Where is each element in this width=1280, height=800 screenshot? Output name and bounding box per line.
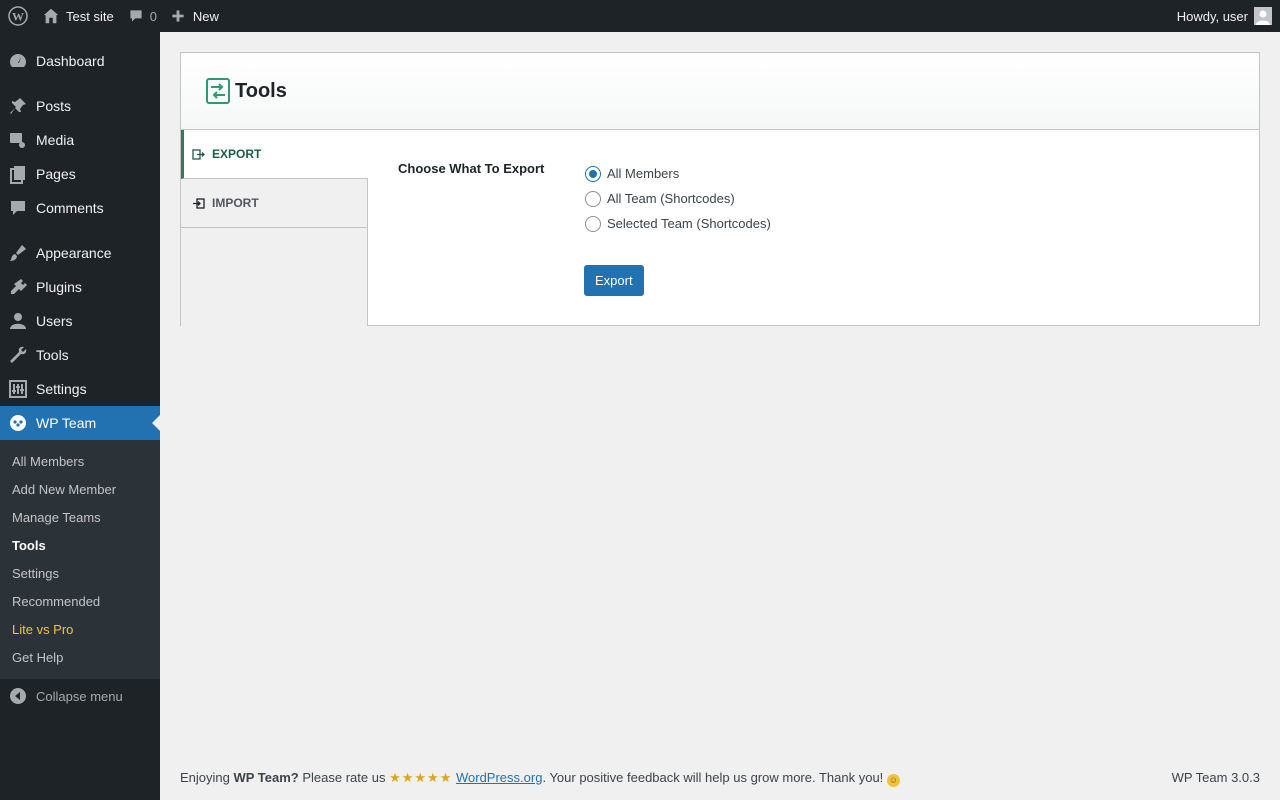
comment-icon xyxy=(130,10,142,22)
comments-count: 0 xyxy=(149,8,157,24)
brush-icon xyxy=(0,236,36,270)
rating-stars[interactable]: ★★★★★ xyxy=(389,770,452,785)
settings-icon xyxy=(0,372,36,406)
footer-enjoying: Enjoying xyxy=(180,770,234,785)
wordpress-org-link[interactable]: WordPress.org xyxy=(456,770,542,785)
menu-media[interactable]: Media xyxy=(0,123,160,157)
menu-label: Media xyxy=(36,132,75,148)
footer-rate-text: Please rate us xyxy=(298,770,390,785)
radio-all-team[interactable] xyxy=(585,190,601,207)
svg-text:W: W xyxy=(12,10,24,24)
user-icon xyxy=(0,304,36,338)
collapse-menu-button[interactable]: Collapse menu xyxy=(0,679,160,713)
footer-version: WP Team 3.0.3 xyxy=(1171,770,1260,785)
menu-label: Settings xyxy=(36,381,87,397)
import-icon xyxy=(192,197,205,209)
collapse-arrow-icon xyxy=(0,688,36,704)
tab-label: IMPORT xyxy=(212,196,259,210)
panel-header: Tools xyxy=(181,53,1259,130)
smile-emoji-icon: ☺ xyxy=(886,774,900,787)
greeting: Howdy, user xyxy=(1176,8,1248,24)
submenu-lite-vs-pro[interactable]: Lite vs Pro xyxy=(0,615,160,643)
menu-label: Appearance xyxy=(36,245,112,261)
menu-plugins[interactable]: Plugins xyxy=(0,270,160,304)
export-icon xyxy=(192,148,205,160)
menu-label: Users xyxy=(36,313,73,329)
export-options: All Members All Team (Shortcodes) Select… xyxy=(585,161,771,236)
admin-sidebar: Dashboard Posts Media Pages Comments App… xyxy=(0,32,160,800)
new-label: New xyxy=(192,8,219,24)
radio-all-members[interactable] xyxy=(585,165,601,182)
pin-icon xyxy=(0,89,36,123)
avatar xyxy=(1254,7,1272,25)
choose-export-label: Choose What To Export xyxy=(398,161,545,176)
submenu-all-members[interactable]: All Members xyxy=(0,447,160,475)
menu-users[interactable]: Users xyxy=(0,304,160,338)
wordpress-logo-icon[interactable]: W xyxy=(0,0,35,32)
submenu-add-new-member[interactable]: Add New Member xyxy=(0,475,160,503)
menu-pages[interactable]: Pages xyxy=(0,157,160,191)
admin-bar: W Test site 0 New Howdy, user xyxy=(0,0,1280,32)
submenu-settings[interactable]: Settings xyxy=(0,559,160,587)
menu-tools[interactable]: Tools xyxy=(0,338,160,372)
submenu-tools[interactable]: Tools xyxy=(0,531,160,559)
pages-icon xyxy=(0,157,36,191)
footer-rating-text: Enjoying WP Team? Please rate us ★★★★★ W… xyxy=(180,770,900,787)
menu-label: WP Team xyxy=(36,415,97,431)
page-title: Tools xyxy=(235,79,287,102)
menu-label: Pages xyxy=(36,166,76,182)
option-selected-team[interactable]: Selected Team (Shortcodes) xyxy=(585,211,771,236)
comments-link[interactable]: 0 xyxy=(121,0,164,32)
menu-label: Plugins xyxy=(36,279,82,295)
radio-selected-team[interactable] xyxy=(585,215,601,232)
menu-appearance[interactable]: Appearance xyxy=(0,236,160,270)
menu-posts[interactable]: Posts xyxy=(0,89,160,123)
dashboard-icon xyxy=(0,44,36,78)
menu-wp-team[interactable]: WP Team xyxy=(0,406,160,440)
tab-import[interactable]: IMPORT xyxy=(181,179,367,228)
plus-icon xyxy=(172,10,184,22)
menu-label: Tools xyxy=(36,347,69,363)
tab-export[interactable]: EXPORT xyxy=(181,130,368,179)
account-menu[interactable]: Howdy, user xyxy=(1170,0,1280,32)
media-icon xyxy=(0,123,36,157)
site-name: Test site xyxy=(66,8,114,24)
tools-transfer-icon xyxy=(206,78,230,104)
menu-comments[interactable]: Comments xyxy=(0,191,160,225)
tools-tabs: EXPORT IMPORT xyxy=(181,130,368,326)
option-all-members[interactable]: All Members xyxy=(585,161,771,186)
menu-label: Dashboard xyxy=(36,53,105,69)
site-name-link[interactable]: Test site xyxy=(35,0,121,32)
wp-team-submenu: All Members Add New Member Manage Teams … xyxy=(0,440,160,679)
menu-label: Posts xyxy=(36,98,72,114)
option-label: All Members xyxy=(607,166,680,181)
option-label: Selected Team (Shortcodes) xyxy=(607,216,771,231)
submenu-recommended[interactable]: Recommended xyxy=(0,587,160,615)
menu-settings[interactable]: Settings xyxy=(0,372,160,406)
footer: Enjoying WP Team? Please rate us ★★★★★ W… xyxy=(180,770,1260,787)
export-button[interactable]: Export xyxy=(584,265,644,296)
team-icon xyxy=(0,406,36,440)
submenu-get-help[interactable]: Get Help xyxy=(0,643,160,671)
collapse-label: Collapse menu xyxy=(36,688,123,704)
submenu-manage-teams[interactable]: Manage Teams xyxy=(0,503,160,531)
footer-plugin-name: WP Team? xyxy=(233,770,299,785)
plugin-icon xyxy=(0,270,36,304)
menu-label: Comments xyxy=(36,200,104,216)
tab-label: EXPORT xyxy=(212,147,262,161)
footer-after-link: . Your positive feedback will help us gr… xyxy=(542,770,887,785)
comment-icon xyxy=(0,191,36,225)
menu-dashboard[interactable]: Dashboard xyxy=(0,44,160,78)
option-all-team[interactable]: All Team (Shortcodes) xyxy=(585,186,771,211)
new-content-link[interactable]: New xyxy=(164,0,226,32)
option-label: All Team (Shortcodes) xyxy=(607,191,735,206)
tools-panel: Tools EXPORT IMPORT Choose What To Expor… xyxy=(180,52,1260,326)
home-icon xyxy=(43,8,59,24)
wrench-icon xyxy=(0,338,36,372)
